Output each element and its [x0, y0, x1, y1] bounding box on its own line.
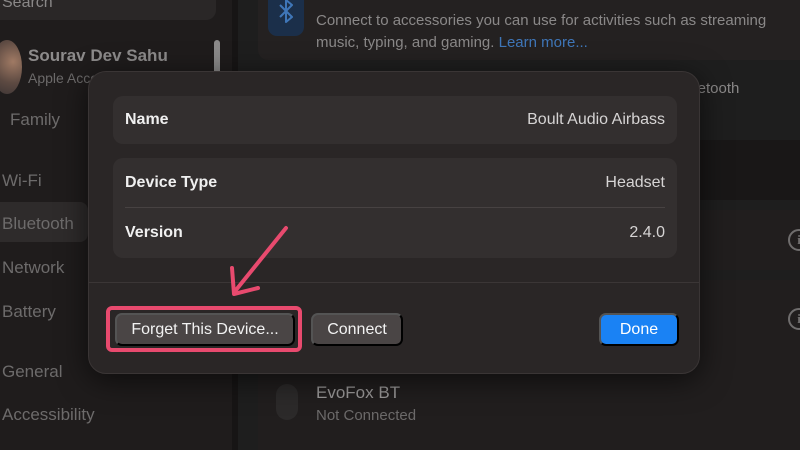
device-status: Not Connected	[316, 407, 417, 424]
name-group: Name Boult Audio Airbass	[113, 96, 677, 144]
learn-more-link[interactable]: Learn more...	[499, 34, 588, 51]
connect-button[interactable]: Connect	[311, 313, 403, 346]
sidebar-item-wifi[interactable]: Wi-Fi	[2, 171, 42, 191]
bluetooth-description: Connect to accessories you can use for a…	[316, 10, 776, 54]
done-button[interactable]: Done	[599, 313, 679, 346]
sidebar-item-general[interactable]: General	[2, 362, 62, 382]
arrow-annotation-icon	[230, 226, 288, 296]
sidebar-item-accessibility[interactable]: Accessibility	[2, 405, 95, 425]
version-label: Version	[125, 224, 183, 241]
sidebar-item-bluetooth[interactable]: Bluetooth	[2, 214, 74, 234]
mouse-icon	[276, 384, 298, 420]
device-name: EvoFox BT	[316, 383, 401, 402]
search-placeholder: Search	[2, 0, 53, 11]
sidebar-item-family[interactable]: Family	[10, 110, 60, 130]
version-row: Version 2.4.0	[125, 208, 665, 258]
name-row: Name Boult Audio Airbass	[125, 96, 665, 144]
name-value[interactable]: Boult Audio Airbass	[527, 111, 665, 129]
bluetooth-icon	[268, 0, 304, 36]
sidebar-item-network[interactable]: Network	[2, 258, 64, 278]
sidebar-item-battery[interactable]: Battery	[2, 302, 56, 322]
avatar[interactable]	[0, 40, 22, 94]
name-label: Name	[125, 111, 169, 128]
device-type-value: Headset	[605, 174, 665, 191]
details-group: Device Type Headset Version 2.4.0	[113, 158, 677, 258]
profile-subtitle: Apple Acco	[28, 70, 99, 86]
sheet-separator	[89, 282, 699, 283]
device-type-label: Device Type	[125, 174, 218, 191]
version-value: 2.4.0	[629, 224, 665, 241]
profile-name[interactable]: Sourav Dev Sahu	[28, 46, 168, 66]
device-type-row: Device Type Headset	[125, 158, 665, 208]
highlight-box	[106, 306, 302, 352]
